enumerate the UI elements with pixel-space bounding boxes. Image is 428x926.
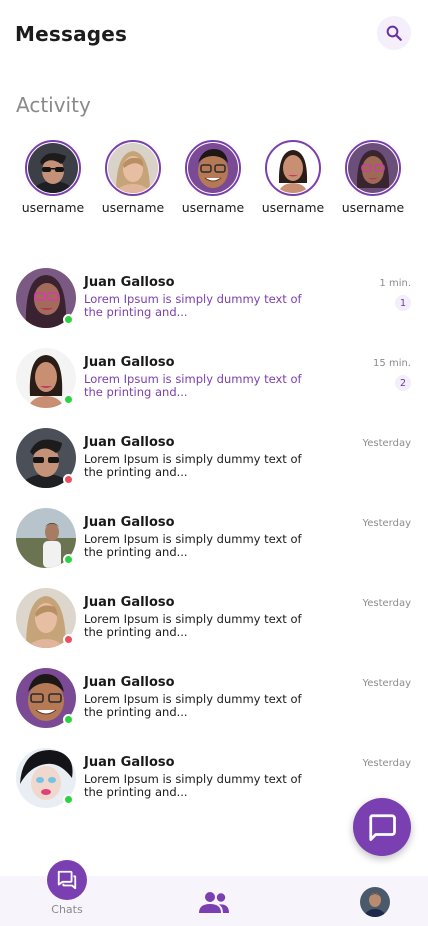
chat-row[interactable]: Juan Galloso Lorem Ipsum is simply dummy… bbox=[0, 426, 428, 490]
story-item[interactable]: username bbox=[173, 140, 253, 215]
nav-chats-button[interactable] bbox=[47, 860, 87, 900]
nav-profile-avatar[interactable] bbox=[360, 887, 390, 917]
chat-time: Yesterday bbox=[362, 598, 411, 609]
header: Messages bbox=[0, 0, 428, 70]
story-item[interactable]: username bbox=[333, 140, 413, 215]
avatar bbox=[268, 143, 318, 193]
chat-time: Yesterday bbox=[362, 678, 411, 689]
busy-status-dot bbox=[63, 474, 74, 485]
story-item[interactable]: username bbox=[253, 140, 333, 215]
story-ring bbox=[345, 140, 401, 196]
chat-name: Juan Galloso bbox=[84, 755, 175, 770]
page-title: Messages bbox=[15, 22, 128, 46]
story-username: username bbox=[101, 200, 165, 215]
online-status-dot bbox=[63, 794, 74, 805]
story-username: username bbox=[181, 200, 245, 215]
chat-message-preview: Lorem Ipsum is simply dummy text of the … bbox=[84, 612, 302, 639]
online-status-dot bbox=[63, 314, 74, 325]
chat-name: Juan Galloso bbox=[84, 675, 175, 690]
chat-time: Yesterday bbox=[362, 758, 411, 769]
chat-message-preview: Lorem Ipsum is simply dummy text of the … bbox=[84, 532, 302, 559]
chat-name: Juan Galloso bbox=[84, 595, 175, 610]
chat-time: Yesterday bbox=[362, 518, 411, 529]
chat-message-preview: Lorem Ipsum is simply dummy text of the … bbox=[84, 692, 302, 719]
nav-chats-label: Chats bbox=[51, 903, 83, 916]
story-username: username bbox=[21, 200, 85, 215]
forum-icon bbox=[57, 870, 77, 890]
search-button[interactable] bbox=[377, 16, 411, 50]
avatar bbox=[28, 143, 78, 193]
story-ring bbox=[265, 140, 321, 196]
chat-message-preview: Lorem Ipsum is simply dummy text of the … bbox=[84, 772, 302, 799]
story-ring bbox=[105, 140, 161, 196]
chat-row[interactable]: Juan Galloso Lorem Ipsum is simply dummy… bbox=[0, 266, 428, 330]
chat-time: Yesterday bbox=[362, 438, 411, 449]
story-username: username bbox=[261, 200, 325, 215]
nav-people[interactable] bbox=[196, 888, 232, 916]
chat-row[interactable]: Juan Galloso Lorem Ipsum is simply dummy… bbox=[0, 586, 428, 650]
avatar bbox=[188, 143, 238, 193]
online-status-dot bbox=[63, 714, 74, 725]
chat-message-preview: Lorem Ipsum is simply dummy text of the … bbox=[84, 372, 302, 399]
bottom-nav: Chats bbox=[0, 860, 428, 926]
unread-count-badge: 1 bbox=[395, 295, 411, 311]
chat-bubble-icon bbox=[369, 814, 396, 841]
chat-row[interactable]: Juan Galloso Lorem Ipsum is simply dummy… bbox=[0, 666, 428, 730]
chat-message-preview: Lorem Ipsum is simply dummy text of the … bbox=[84, 292, 302, 319]
online-status-dot bbox=[63, 554, 74, 565]
people-icon bbox=[199, 892, 229, 913]
chat-row[interactable]: Juan Galloso Lorem Ipsum is simply dummy… bbox=[0, 746, 428, 810]
chat-row[interactable]: Juan Galloso Lorem Ipsum is simply dummy… bbox=[0, 506, 428, 570]
avatar bbox=[108, 143, 158, 193]
chat-name: Juan Galloso bbox=[84, 355, 175, 370]
chat-name: Juan Galloso bbox=[84, 435, 175, 450]
story-ring bbox=[185, 140, 241, 196]
chat-time: 1 min. bbox=[379, 278, 411, 289]
new-chat-fab[interactable] bbox=[353, 798, 411, 856]
chat-time: 15 min. bbox=[373, 358, 411, 369]
busy-status-dot bbox=[63, 634, 74, 645]
story-username: username bbox=[341, 200, 405, 215]
search-icon bbox=[386, 25, 402, 41]
story-item[interactable]: username bbox=[93, 140, 173, 215]
chat-row[interactable]: Juan Galloso Lorem Ipsum is simply dummy… bbox=[0, 346, 428, 410]
avatar bbox=[348, 143, 398, 193]
chat-name: Juan Galloso bbox=[84, 515, 175, 530]
unread-count-badge: 2 bbox=[395, 375, 411, 391]
activity-title: Activity bbox=[16, 93, 91, 117]
story-ring bbox=[25, 140, 81, 196]
online-status-dot bbox=[63, 394, 74, 405]
chat-message-preview: Lorem Ipsum is simply dummy text of the … bbox=[84, 452, 302, 479]
nav-chats[interactable]: Chats bbox=[47, 860, 87, 916]
chat-name: Juan Galloso bbox=[84, 275, 175, 290]
story-item[interactable]: username bbox=[13, 140, 93, 215]
activity-stories: username username username username user… bbox=[0, 140, 428, 220]
